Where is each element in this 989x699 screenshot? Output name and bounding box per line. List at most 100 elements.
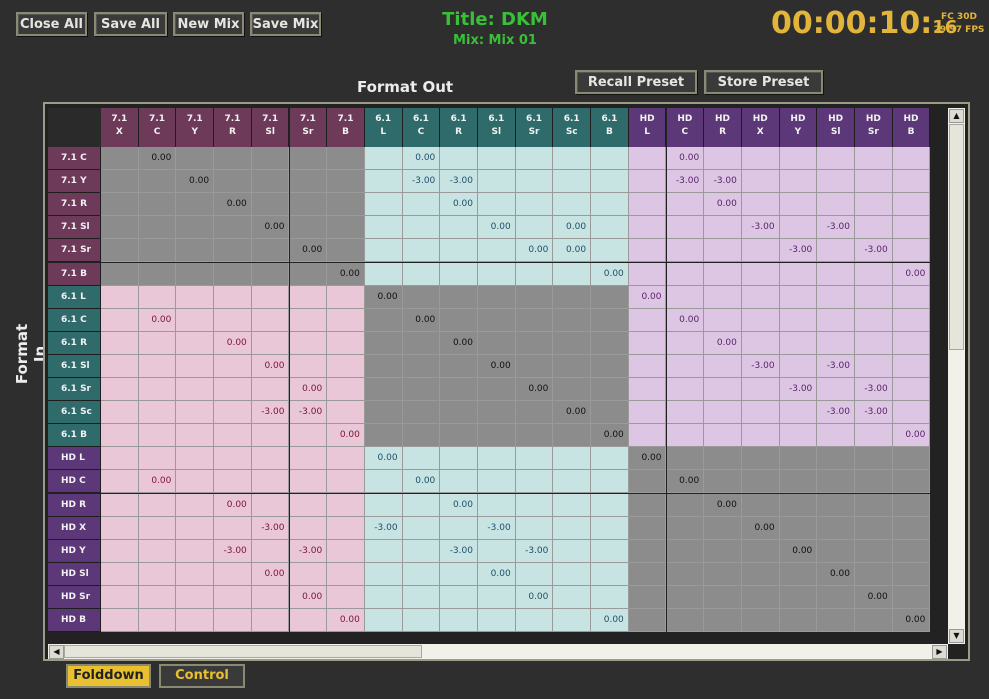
matrix-cell[interactable] <box>176 401 215 425</box>
matrix-cell[interactable] <box>214 285 252 309</box>
matrix-cell[interactable] <box>289 354 328 378</box>
matrix-cell[interactable] <box>741 424 780 448</box>
matrix-cell[interactable]: -3.00 <box>855 378 893 402</box>
matrix-cell[interactable]: -3.00 <box>289 539 328 563</box>
matrix-cell[interactable] <box>251 193 290 217</box>
matrix-cell[interactable] <box>741 470 780 494</box>
matrix-cell[interactable] <box>214 170 252 194</box>
matrix-cell[interactable] <box>553 262 592 286</box>
matrix-cell[interactable] <box>176 193 215 217</box>
matrix-cell[interactable] <box>289 285 328 309</box>
matrix-cell[interactable] <box>478 539 516 563</box>
matrix-cell[interactable] <box>402 354 441 378</box>
matrix-cell[interactable] <box>478 447 516 471</box>
matrix-cell[interactable] <box>741 285 780 309</box>
matrix-cell[interactable] <box>666 193 705 217</box>
matrix-cell[interactable] <box>214 585 252 609</box>
matrix-cell[interactable]: 0.00 <box>628 285 667 309</box>
matrix-cell[interactable] <box>251 262 290 286</box>
matrix-cell[interactable] <box>741 401 780 425</box>
matrix-cell[interactable] <box>214 354 252 378</box>
matrix-cell[interactable] <box>402 193 441 217</box>
matrix-cell[interactable] <box>402 378 441 402</box>
matrix-cell[interactable] <box>628 539 667 563</box>
matrix-cell[interactable] <box>402 285 441 309</box>
matrix-cell[interactable] <box>817 585 855 609</box>
save-mix-button[interactable]: Save Mix <box>250 12 321 36</box>
matrix-cell[interactable] <box>779 562 818 586</box>
matrix-cell[interactable]: 0.00 <box>515 239 554 263</box>
matrix-cell[interactable] <box>553 562 592 586</box>
matrix-cell[interactable]: 0.00 <box>251 354 290 378</box>
matrix-cell[interactable] <box>440 585 478 609</box>
matrix-cell[interactable] <box>440 239 478 263</box>
matrix-cell[interactable] <box>402 401 441 425</box>
matrix-cell[interactable] <box>666 354 705 378</box>
matrix-cell[interactable] <box>666 331 705 355</box>
matrix-cell[interactable] <box>327 470 365 494</box>
matrix-cell[interactable] <box>553 447 592 471</box>
matrix-cell[interactable] <box>327 401 365 425</box>
matrix-cell[interactable] <box>855 331 893 355</box>
matrix-cell[interactable] <box>666 447 705 471</box>
matrix-cell[interactable] <box>515 193 554 217</box>
matrix-cell[interactable] <box>704 539 742 563</box>
matrix-cell[interactable] <box>440 447 478 471</box>
matrix-cell[interactable] <box>779 262 818 286</box>
matrix-cell[interactable] <box>440 308 478 332</box>
matrix-cell[interactable]: -3.00 <box>440 539 478 563</box>
matrix-cell[interactable] <box>176 262 215 286</box>
matrix-cell[interactable] <box>176 539 215 563</box>
matrix-cell[interactable] <box>251 378 290 402</box>
matrix-cell[interactable] <box>101 424 139 448</box>
matrix-cell[interactable]: 0.00 <box>892 262 931 286</box>
matrix-cell[interactable] <box>402 516 441 540</box>
matrix-cell[interactable] <box>741 447 780 471</box>
matrix-cell[interactable] <box>515 147 554 171</box>
matrix-cell[interactable] <box>364 216 403 240</box>
matrix-cell[interactable] <box>214 447 252 471</box>
matrix-cell[interactable]: 0.00 <box>704 331 742 355</box>
matrix-cell[interactable] <box>251 170 290 194</box>
matrix-cell[interactable] <box>176 585 215 609</box>
matrix-cell[interactable] <box>402 239 441 263</box>
matrix-cell[interactable] <box>478 493 516 517</box>
matrix-cell[interactable] <box>741 539 780 563</box>
matrix-cell[interactable] <box>176 216 215 240</box>
matrix-cell[interactable] <box>628 585 667 609</box>
matrix-cell[interactable] <box>666 493 705 517</box>
matrix-cell[interactable] <box>817 285 855 309</box>
matrix-cell[interactable]: 0.00 <box>402 308 441 332</box>
matrix-cell[interactable] <box>364 354 403 378</box>
matrix-cell[interactable] <box>779 308 818 332</box>
matrix-cell[interactable] <box>855 170 893 194</box>
matrix-cell[interactable] <box>138 216 177 240</box>
matrix-cell[interactable] <box>779 585 818 609</box>
matrix-cell[interactable] <box>101 447 139 471</box>
matrix-cell[interactable]: 0.00 <box>478 216 516 240</box>
matrix-cell[interactable] <box>704 308 742 332</box>
new-mix-button[interactable]: New Mix <box>173 12 244 36</box>
matrix-cell[interactable] <box>704 147 742 171</box>
matrix-cell[interactable] <box>327 493 365 517</box>
matrix-cell[interactable]: 0.00 <box>817 562 855 586</box>
matrix-cell[interactable] <box>779 193 818 217</box>
matrix-cell[interactable] <box>591 285 629 309</box>
matrix-cell[interactable] <box>402 424 441 448</box>
matrix-cell[interactable] <box>101 331 139 355</box>
matrix-cell[interactable] <box>214 516 252 540</box>
matrix-cell[interactable] <box>779 354 818 378</box>
matrix-cell[interactable]: -3.00 <box>741 216 780 240</box>
matrix-cell[interactable] <box>440 285 478 309</box>
matrix-cell[interactable]: 0.00 <box>741 516 780 540</box>
matrix-cell[interactable]: -3.00 <box>440 170 478 194</box>
matrix-cell[interactable] <box>515 331 554 355</box>
matrix-cell[interactable] <box>591 378 629 402</box>
matrix-cell[interactable] <box>176 331 215 355</box>
matrix-cell[interactable] <box>101 470 139 494</box>
matrix-cell[interactable] <box>591 539 629 563</box>
matrix-cell[interactable] <box>892 447 931 471</box>
matrix-cell[interactable] <box>289 424 328 448</box>
matrix-cell[interactable] <box>440 147 478 171</box>
matrix-cell[interactable] <box>666 539 705 563</box>
